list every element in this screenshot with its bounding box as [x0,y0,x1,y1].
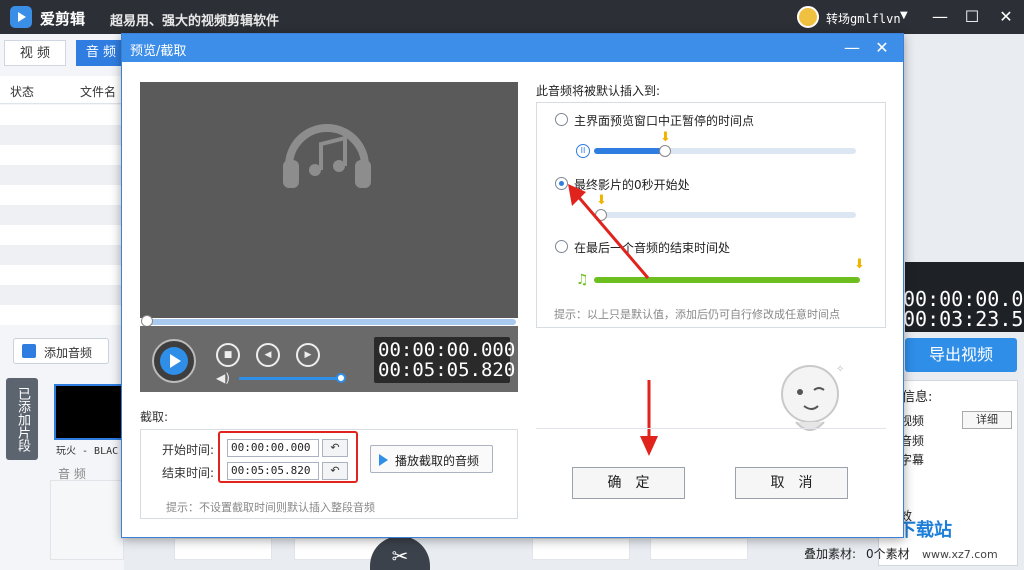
add-audio-label: 添加音频 [44,346,93,360]
option-label[interactable]: 主界面预览窗口中正暂停的时间点 [574,112,754,129]
trim-section-title: 截取: [140,410,169,424]
pause-icon: II [576,144,590,158]
play-button[interactable] [152,339,196,383]
minimize-icon[interactable]: — [928,6,952,28]
list-row[interactable] [0,225,124,245]
list-row[interactable] [0,105,124,125]
volume-slider[interactable] [239,377,341,380]
svg-text:✧: ✧ [836,364,844,375]
cancel-button[interactable]: 取消 [735,467,848,499]
app-name: 爱剪辑 [40,10,86,28]
column-header-filename[interactable]: 文件名 [80,83,116,100]
list-row[interactable] [0,245,124,265]
site-watermark-url: www.xz7.com [922,548,998,561]
list-row[interactable] [0,205,124,225]
app-logo-icon [10,6,32,28]
dialog-titlebar[interactable] [122,34,903,62]
end-time-label: 结束时间: [162,466,215,480]
chevron-down-icon[interactable]: ▼ [900,10,908,21]
play-trimmed-audio-button[interactable]: 播放截取的音频 [370,445,493,473]
player-total-time: 00:05:05.820 [378,359,516,381]
clip-label: 玩火 - BLAC [56,446,119,457]
column-header-status[interactable]: 状态 [10,83,34,100]
list-row[interactable] [0,305,124,325]
list-row[interactable] [0,145,124,165]
timeline-strip[interactable] [174,538,272,560]
start-time-label: 开始时间: [162,443,215,457]
dialog-close-icon[interactable]: ✕ [868,37,896,59]
next-icon[interactable]: ▶ [296,343,320,367]
detail-button[interactable]: 详细 [962,411,1012,429]
insert-hint: 提示：以上只是默认值，添加后仍可自行修改成任意时间点 [554,308,840,321]
maximize-icon[interactable]: ☐ [960,6,984,28]
clip-slot[interactable] [50,480,124,560]
timeline-illustration-fill [594,148,664,154]
radio-insert-paused-point[interactable] [555,113,568,126]
play-trimmed-audio-label: 播放截取的音频 [395,454,480,468]
highlight-box [218,431,358,483]
close-icon[interactable]: ✕ [994,6,1018,28]
preview-trim-dialog: 预览/截取 — ✕ ■ ◀ ▶ ◀) 00:00:00.000 00:05:05… [121,33,904,538]
list-row[interactable] [0,165,124,185]
play-icon [160,347,188,375]
ok-button[interactable]: 确定 [572,467,685,499]
preview-total-time: 00:03:23.520 [903,307,1024,331]
insert-marker-icon: ⬇ [854,257,865,272]
insert-marker-icon: ⬇ [660,130,671,145]
timeline-strip[interactable] [650,538,748,560]
volume-icon[interactable]: ◀) [216,371,230,385]
add-audio-button[interactable]: 添加音频 [13,338,109,364]
list-row[interactable] [0,265,124,285]
player-current-time: 00:00:00.000 [378,339,516,361]
insert-section-title: 此音频将被默认插入到: [536,84,661,98]
controls-collapse-tab[interactable] [296,326,366,336]
user-name[interactable]: 转场gmlflvn [826,10,901,27]
dialog-title: 预览/截取 [130,44,187,59]
play-icon [379,454,388,466]
previous-icon[interactable]: ◀ [256,343,280,367]
divider [536,428,886,429]
clips-side-tab[interactable]: 已添加片段 [6,378,38,460]
volume-knob[interactable] [336,373,346,383]
stop-icon[interactable]: ■ [216,343,240,367]
timeline-strip[interactable] [532,538,630,560]
dialog-minimize-icon[interactable]: — [838,37,866,59]
overlay-value: 0个素材 [866,547,910,561]
clip-thumbnail[interactable] [54,384,124,440]
tab-audio[interactable]: 音 频 [76,40,126,66]
timeline-illustration-knob [659,145,671,157]
overlay-label: 叠加素材: [804,547,857,561]
playback-progress-bar[interactable] [144,319,516,325]
annotation-arrow-icon [640,380,658,456]
app-slogan: 超易用、强大的视频剪辑软件 [110,14,280,29]
export-video-button[interactable]: 导出视频 [905,338,1017,372]
headphones-music-icon [277,104,377,207]
list-row[interactable] [0,125,124,145]
tab-video[interactable]: 视 频 [4,40,66,66]
annotation-arrow-icon [568,184,650,279]
list-row[interactable] [0,185,124,205]
trim-hint: 提示：不设置截取时间则默认插入整段音频 [166,501,375,514]
add-audio-icon [22,344,36,358]
list-row[interactable] [0,285,124,305]
user-avatar[interactable] [797,6,819,28]
